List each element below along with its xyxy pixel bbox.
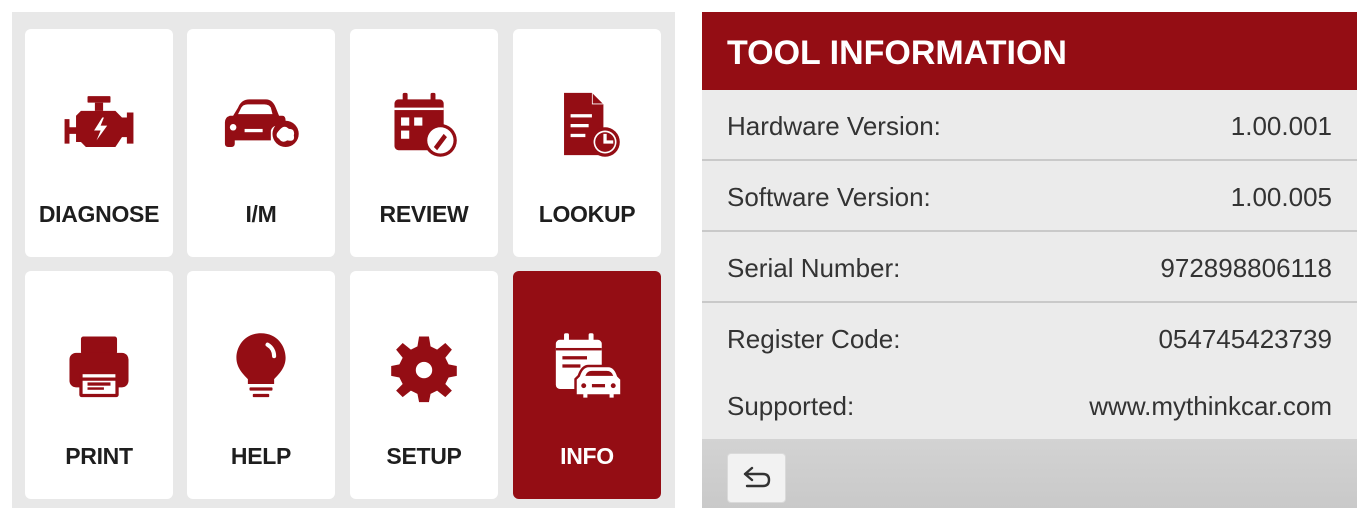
- row-value: 972898806118: [1160, 253, 1332, 283]
- im-label: I/M: [245, 201, 277, 227]
- document-clock-icon: [513, 84, 661, 164]
- row-value: www.mythinkcar.com: [1089, 391, 1332, 421]
- back-arrow-icon: [743, 466, 770, 488]
- im-tile[interactable]: I/M: [187, 29, 335, 257]
- row-label: Serial Number:: [727, 253, 901, 283]
- diagnose-label: DIAGNOSE: [38, 201, 160, 227]
- info-row-hardware-version: Hardware Version: 1.00.001: [702, 90, 1357, 161]
- info-row-serial-number: Serial Number: 972898806118: [702, 232, 1357, 303]
- back-button[interactable]: [727, 453, 786, 503]
- setup-label: SETUP: [386, 443, 462, 469]
- row-label: Supported:: [727, 391, 855, 421]
- printer-icon: [25, 326, 173, 406]
- lightbulb-icon: [187, 326, 335, 406]
- row-label: Software Version:: [727, 182, 931, 212]
- review-label: REVIEW: [379, 201, 469, 227]
- review-tile[interactable]: REVIEW: [350, 29, 498, 257]
- calendar-car-icon: [513, 326, 661, 406]
- print-tile[interactable]: PRINT: [25, 271, 173, 499]
- lookup-label: LOOKUP: [538, 201, 636, 227]
- gear-icon: [350, 326, 498, 406]
- panel-header: TOOL INFORMATION: [702, 12, 1357, 90]
- calendar-edit-icon: [350, 84, 498, 164]
- info-tile[interactable]: INFO: [513, 271, 661, 499]
- footer-toolbar: [702, 439, 1357, 508]
- engine-icon: [25, 84, 173, 164]
- main-menu: DIAGNOSE I/M REVIEW LOOKUP PRINT HELP SE…: [12, 12, 675, 508]
- info-label: INFO: [560, 443, 614, 469]
- row-label: Hardware Version:: [727, 111, 941, 141]
- tool-information-panel: TOOL INFORMATION Hardware Version: 1.00.…: [702, 12, 1357, 508]
- car-emission-icon: [187, 84, 335, 164]
- help-label: HELP: [230, 443, 292, 469]
- info-row-supported: Supported: www.mythinkcar.com: [702, 370, 1357, 439]
- row-value: 1.00.005: [1230, 182, 1332, 212]
- panel-title: TOOL INFORMATION: [727, 34, 1067, 72]
- setup-tile[interactable]: SETUP: [350, 271, 498, 499]
- lookup-tile[interactable]: LOOKUP: [513, 29, 661, 257]
- row-value: 054745423739: [1158, 324, 1332, 354]
- info-row-register-code: Register Code: 054745423739: [702, 303, 1357, 374]
- info-row-software-version: Software Version: 1.00.005: [702, 161, 1357, 232]
- row-value: 1.00.001: [1230, 111, 1332, 141]
- print-label: PRINT: [65, 443, 133, 469]
- help-tile[interactable]: HELP: [187, 271, 335, 499]
- row-label: Register Code:: [727, 324, 901, 354]
- diagnose-tile[interactable]: DIAGNOSE: [25, 29, 173, 257]
